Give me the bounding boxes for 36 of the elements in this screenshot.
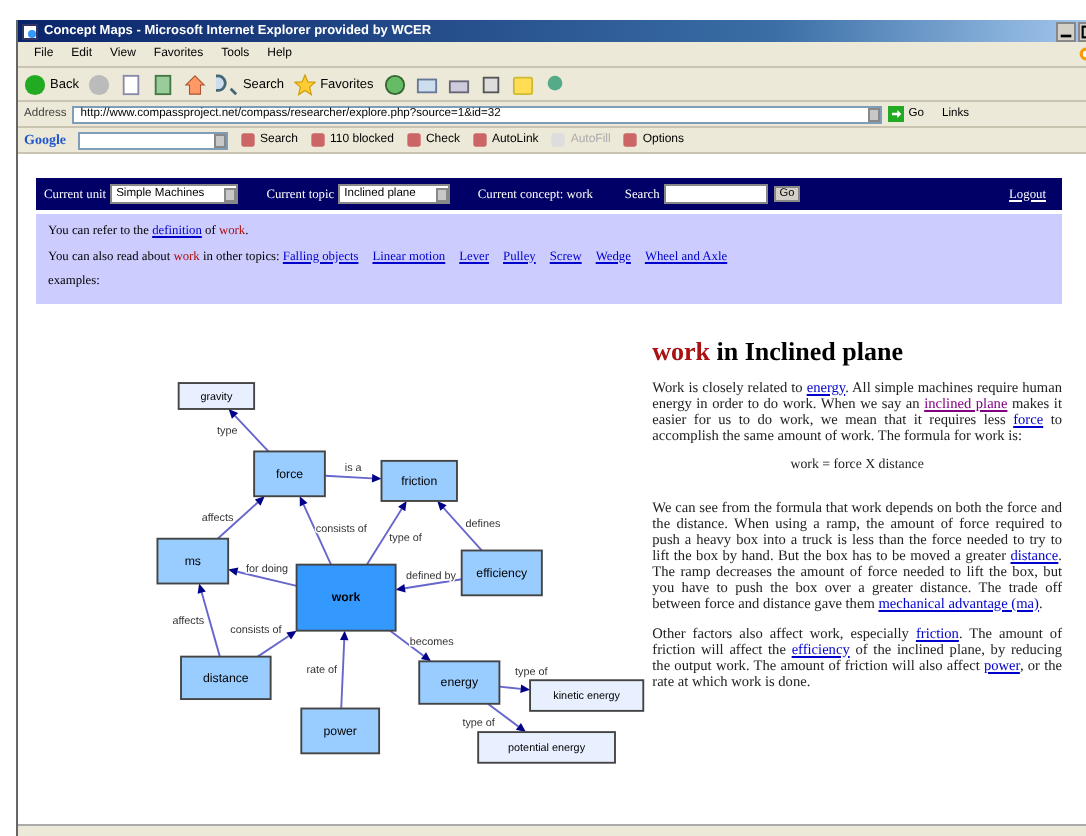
connector-arrow (340, 629, 349, 709)
minimize-button[interactable] (1056, 21, 1076, 41)
toolbar-icon (471, 132, 488, 148)
concept-node[interactable] (295, 562, 397, 631)
toolbar-icon (310, 132, 327, 148)
toolbar-icon (622, 132, 639, 148)
concept-node[interactable] (300, 706, 381, 754)
concept-node[interactable] (477, 730, 616, 763)
dropdown-icon (224, 187, 237, 201)
concept-node[interactable] (380, 458, 458, 501)
concept-node[interactable] (156, 536, 230, 584)
dropdown-icon (868, 107, 881, 121)
search-field[interactable] (78, 131, 228, 149)
star-icon (294, 73, 317, 95)
concept-node[interactable] (529, 678, 645, 711)
concept-node[interactable] (418, 659, 501, 704)
toolbar-icon (240, 132, 256, 148)
connector-arrow (365, 499, 407, 565)
toolbar-icon (405, 132, 422, 148)
connector-arrow (486, 701, 526, 732)
concept-node[interactable] (177, 381, 256, 409)
concept-node[interactable] (253, 449, 326, 497)
dropdown-icon (435, 187, 448, 201)
arrow-icon (888, 106, 905, 122)
search-icon (216, 73, 239, 95)
concept-node[interactable] (180, 654, 272, 700)
connector-arrow (256, 629, 297, 657)
dropdown-icon (214, 133, 226, 147)
connector-arrow (323, 473, 382, 482)
connector-arrow (498, 683, 531, 693)
article-title: work in Inclined plane (652, 335, 905, 367)
concept-node[interactable] (460, 548, 543, 596)
page-icon (22, 23, 38, 39)
home-icon[interactable] (184, 73, 207, 95)
back-icon (24, 73, 46, 95)
search-field[interactable] (663, 184, 768, 204)
